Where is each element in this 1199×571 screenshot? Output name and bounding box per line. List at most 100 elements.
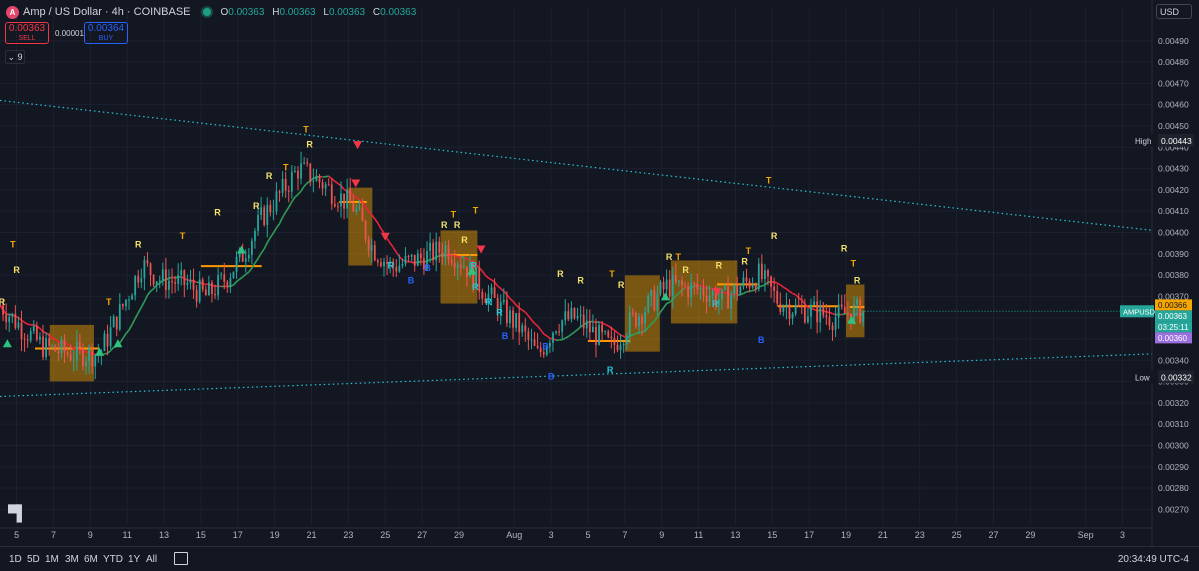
range-ytd[interactable]: YTD [103, 554, 123, 565]
y-tick-label: 0.00340 [1158, 355, 1189, 365]
candle-body [786, 304, 788, 307]
candle-body [88, 348, 90, 361]
candle-body [110, 327, 112, 346]
ma-segment [264, 243, 267, 249]
signal-label: B [542, 342, 549, 352]
candle-body [684, 285, 686, 286]
candle-body [153, 275, 155, 285]
signal-label: R [496, 308, 503, 318]
x-tick-label: 19 [270, 530, 280, 540]
candle-body [202, 280, 204, 290]
signal-label: T [766, 175, 772, 185]
candle-body [134, 276, 136, 295]
candle-body [211, 282, 213, 294]
signal-zone [50, 325, 94, 381]
ma-segment [249, 268, 252, 272]
x-tick-label: 3 [549, 530, 554, 540]
range-5d[interactable]: 5D [27, 554, 40, 565]
calendar-icon[interactable] [174, 552, 188, 565]
ma-segment [289, 202, 292, 207]
candle-body [340, 194, 342, 207]
candle-body [583, 315, 585, 329]
candle-body [438, 242, 440, 253]
ma-segment [842, 314, 845, 315]
ma-segment [283, 212, 286, 217]
y-tick-label: 0.00410 [1158, 206, 1189, 216]
low-label: Low [1135, 373, 1150, 382]
y-tick-label: 0.00460 [1158, 100, 1189, 110]
candle-body [248, 255, 250, 259]
candle-body [159, 280, 161, 281]
signal-label: R [0, 297, 6, 307]
candle-body [140, 278, 142, 282]
x-tick-label: 15 [767, 530, 777, 540]
range-1d[interactable]: 1D [9, 554, 22, 565]
x-tick-label: 11 [694, 530, 703, 540]
signal-label: R [461, 235, 468, 245]
range-3m[interactable]: 3M [65, 554, 79, 565]
candle-body [503, 300, 505, 302]
candle-body [552, 333, 554, 343]
sell-button[interactable]: 0.00363 SELL [5, 22, 49, 44]
candle-body [334, 204, 336, 206]
ma-segment [132, 318, 135, 324]
indicators-toggle-button[interactable]: ⌄ 9 [5, 50, 25, 64]
candle-body [85, 361, 87, 366]
ma-segment [276, 224, 279, 228]
candle-body [371, 245, 373, 250]
candle-body [143, 260, 145, 278]
candle-body [703, 288, 705, 295]
candle-body [279, 191, 281, 192]
range-1m[interactable]: 1M [45, 554, 59, 565]
candle-body [749, 281, 751, 287]
symbol-title[interactable]: Amp / US Dollar · 4h · COINBASE [23, 6, 191, 18]
candle-body [862, 311, 864, 322]
ma-segment [786, 289, 789, 291]
candle-body [506, 300, 508, 323]
y-tick-label: 0.00470 [1158, 78, 1189, 88]
currency-select[interactable]: USD [1156, 4, 1192, 19]
clock[interactable]: 20:34:49 UTC-4 [1118, 554, 1189, 565]
candle-body [592, 327, 594, 332]
candle-body [829, 317, 831, 325]
candle-body [675, 275, 677, 282]
x-tick-label: 15 [196, 530, 206, 540]
buy-button[interactable]: 0.00364 BUY [84, 22, 128, 44]
candle-body [481, 292, 483, 299]
range-all[interactable]: All [146, 554, 157, 565]
range-1y[interactable]: 1Y [128, 554, 140, 565]
x-tick-label: 23 [915, 530, 925, 540]
candle-body [36, 326, 38, 340]
candle-body [801, 306, 803, 307]
y-tick-label: 0.00420 [1158, 185, 1189, 195]
candle-body [595, 327, 597, 345]
candle-body [359, 208, 361, 209]
candle-body [266, 205, 268, 225]
candle-body [635, 313, 637, 327]
candle-body [220, 274, 222, 275]
price-chart[interactable]: TRRTRTRRRTTRRBBTRRTRRRRRBBBRRTRRRTRRRTRT… [0, 0, 1199, 546]
candle-body [27, 340, 29, 341]
candle-body [291, 172, 293, 192]
y-tick-label: 0.00400 [1158, 227, 1189, 237]
high-label: High [1135, 137, 1151, 146]
candle-body [822, 305, 824, 315]
range-6m[interactable]: 6M [84, 554, 98, 565]
y-tick-label: 0.00320 [1158, 398, 1189, 408]
candle-body [355, 209, 357, 211]
signal-label: T [746, 246, 752, 256]
signal-label: B [548, 371, 555, 381]
candle-body [61, 340, 63, 353]
candle-body [82, 348, 84, 366]
candle-body [663, 282, 665, 289]
candle-body [540, 348, 542, 353]
candle-body [678, 281, 680, 283]
chart-header: A Amp / US Dollar · 4h · COINBASE O0.003… [6, 5, 421, 19]
candle-body [104, 334, 106, 351]
y-tick-label: 0.00300 [1158, 440, 1189, 450]
sell-triangle-icon [477, 246, 486, 254]
signal-label: R [682, 265, 689, 275]
candle-body [810, 305, 812, 317]
candle-body [454, 263, 456, 268]
candle-body [521, 325, 523, 332]
